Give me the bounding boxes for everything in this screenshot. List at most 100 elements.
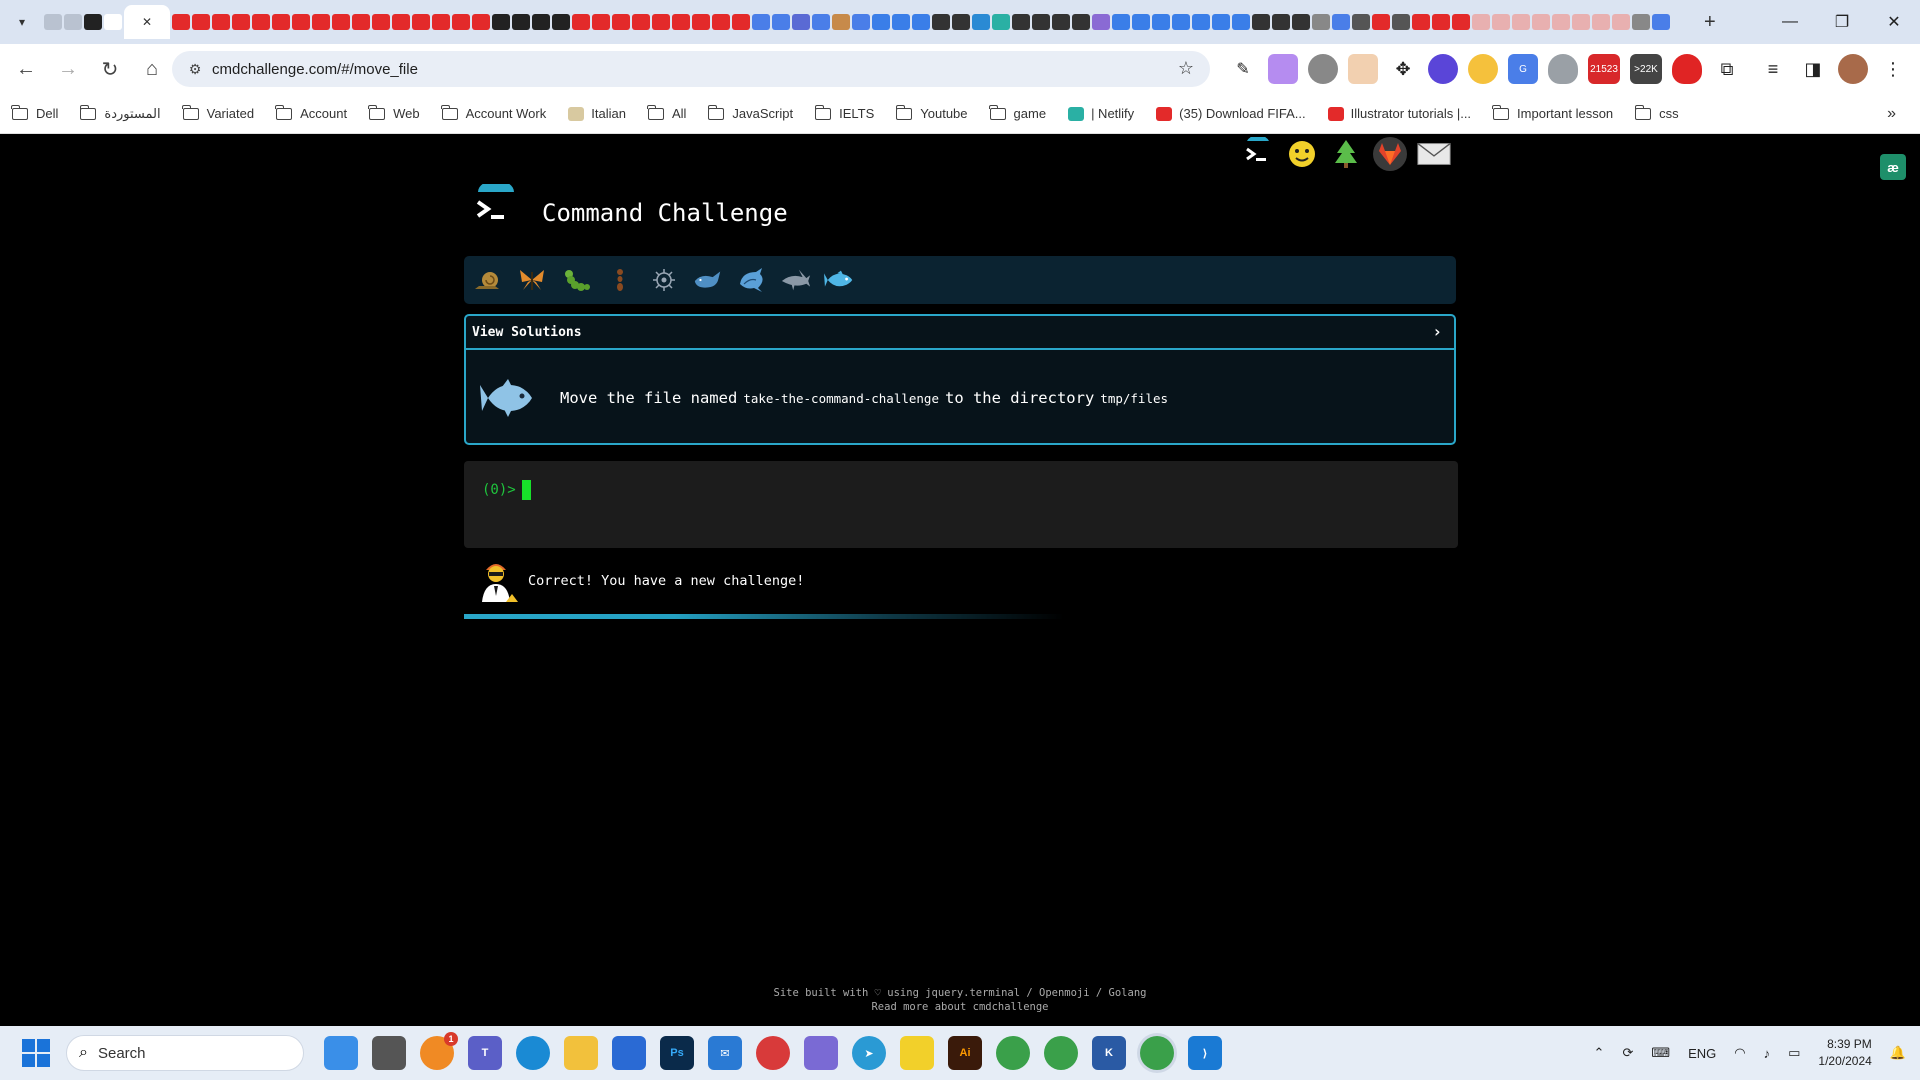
tab-favicon-icon[interactable] [852,14,870,30]
tab-favicon-icon[interactable] [1152,14,1170,30]
tab-favicon-icon[interactable] [1132,14,1150,30]
tab-favicon-icon[interactable] [1552,14,1570,30]
tab-favicon-icon[interactable] [1372,14,1390,30]
tab-favicon-icon[interactable] [192,14,210,30]
app-icon[interactable] [804,1036,838,1070]
tab-favicon-icon[interactable] [1112,14,1130,30]
bookmark-item[interactable]: game [988,104,1046,121]
bookmark-item[interactable]: Variated [182,104,254,121]
task-view-icon[interactable] [372,1036,406,1070]
terminal-cursor[interactable] [521,479,531,500]
tab-favicon-icon[interactable] [1072,14,1090,30]
menu-icon[interactable]: ⋮ [1878,54,1908,84]
tab-favicon-icon[interactable] [572,14,590,30]
teams-icon[interactable]: T [468,1036,502,1070]
new-tab-icon[interactable]: + [1704,11,1716,34]
ant-icon[interactable] [604,264,636,296]
tab-favicon-icon[interactable] [1252,14,1270,30]
back-icon[interactable]: ← [6,49,46,89]
tab-favicon-icon[interactable] [392,14,410,30]
bookmark-star-icon[interactable]: ☆ [1178,58,1194,79]
bookmark-item[interactable]: المستوردة [79,104,161,122]
tab-favicon-icon[interactable] [1092,14,1110,30]
translate-icon[interactable]: G [1508,54,1538,84]
tab-favicon-icon[interactable] [1532,14,1550,30]
footer-about-link[interactable]: Read more about cmdchallenge [0,1000,1920,1014]
tab-favicon-icon[interactable] [1632,14,1650,30]
taskbar-search[interactable]: ⌕ Search [66,1035,304,1071]
tab-favicon-icon[interactable] [1592,14,1610,30]
tab-favicon-icon[interactable] [432,14,450,30]
tab-favicon-icon[interactable] [1492,14,1510,30]
forward-icon[interactable]: → [48,49,88,89]
tab-favicon-icon[interactable] [332,14,350,30]
side-panel-icon[interactable]: ◨ [1798,54,1828,84]
tab-favicon-icon[interactable] [552,14,570,30]
sticky-notes-icon[interactable] [900,1036,934,1070]
bookmark-item[interactable]: Illustrator tutorials |... [1327,106,1471,121]
tab-favicon-icon[interactable] [492,14,510,30]
tab-favicon-icon[interactable] [1292,14,1310,30]
url-text[interactable]: cmdchallenge.com/#/move_file [212,61,418,78]
tab-favicon-icon[interactable] [832,14,850,30]
tab-favicon-icon[interactable] [792,14,810,30]
chevron-up-icon[interactable]: ⌃ [1594,1045,1605,1061]
shield-icon[interactable] [1548,54,1578,84]
clock[interactable]: 8:39 PM 1/20/2024 [1818,1036,1871,1070]
smiley-icon[interactable] [1284,136,1320,172]
reload-icon[interactable]: ↻ [90,49,130,89]
active-tab[interactable]: ✕ [124,5,170,39]
tab-favicon-icon[interactable] [912,14,930,30]
close-window-icon[interactable]: ✕ [1868,0,1920,44]
tab-favicon-icon[interactable] [1012,14,1030,30]
keyboard-icon[interactable]: ⌨ [1651,1045,1670,1061]
tab-favicon-icon[interactable] [412,14,430,30]
tab-favicon-icon[interactable] [1572,14,1590,30]
caterpillar-icon[interactable] [560,264,592,296]
tab-favicon-icon[interactable] [592,14,610,30]
tab-favicon-icon[interactable] [892,14,910,30]
tab-favicon-icon[interactable] [1472,14,1490,30]
extension-icon[interactable] [1308,54,1338,84]
tab-favicon-icon[interactable] [712,14,730,30]
brave-shield-icon[interactable] [1672,54,1702,84]
bookmark-item[interactable]: Youtube [895,104,968,121]
tab-favicon-icon[interactable] [1312,14,1330,30]
extension-badge-icon[interactable]: æ [1880,154,1906,180]
extension-badge-icon[interactable]: 21523 [1588,54,1620,84]
tab-favicon-icon[interactable] [512,14,530,30]
sync-icon[interactable]: ⟳ [1622,1045,1633,1061]
shark-icon[interactable] [780,264,812,296]
word-icon[interactable]: K [1092,1036,1126,1070]
tab-favicon-icon[interactable] [1432,14,1450,30]
puzzle-icon[interactable]: ⧉ [1712,54,1742,84]
extension-icon[interactable] [1268,54,1298,84]
tab-favicon-icon[interactable] [872,14,890,30]
photoshop-icon[interactable]: Ps [660,1036,694,1070]
tab-favicon-icon[interactable] [472,14,490,30]
whale-icon[interactable] [692,264,724,296]
bookmark-item[interactable]: All [647,104,686,121]
store-icon[interactable] [612,1036,646,1070]
tab-favicon-icon[interactable] [1212,14,1230,30]
telegram-icon[interactable]: ➤ [852,1036,886,1070]
terminal[interactable]: (0)> [464,461,1458,548]
bookmark-item[interactable]: (35) Download FIFA... [1156,106,1306,121]
bookmark-item[interactable]: | Netlify [1068,106,1134,121]
illustrator-icon[interactable]: Ai [948,1036,982,1070]
notification-app-icon[interactable]: 1 [420,1032,458,1070]
dolphin-icon[interactable] [736,264,768,296]
tab-favicon-icon[interactable] [972,14,990,30]
restore-icon[interactable]: ❐ [1816,0,1868,44]
notification-bell-icon[interactable]: 🔔 [1890,1045,1906,1061]
tab-close-icon[interactable]: ✕ [142,15,152,29]
tab-favicon-icon[interactable] [1392,14,1410,30]
tab-favicon-icon[interactable] [252,14,270,30]
tab-favicon-icon[interactable] [692,14,710,30]
home-icon[interactable]: ⌂ [132,49,172,89]
tab-favicon-icon[interactable] [612,14,630,30]
battery-icon[interactable]: ▭ [1788,1045,1800,1061]
record-app-icon[interactable] [756,1036,790,1070]
tree-icon[interactable] [1328,136,1364,172]
mail-app-icon[interactable]: ✉ [708,1036,742,1070]
